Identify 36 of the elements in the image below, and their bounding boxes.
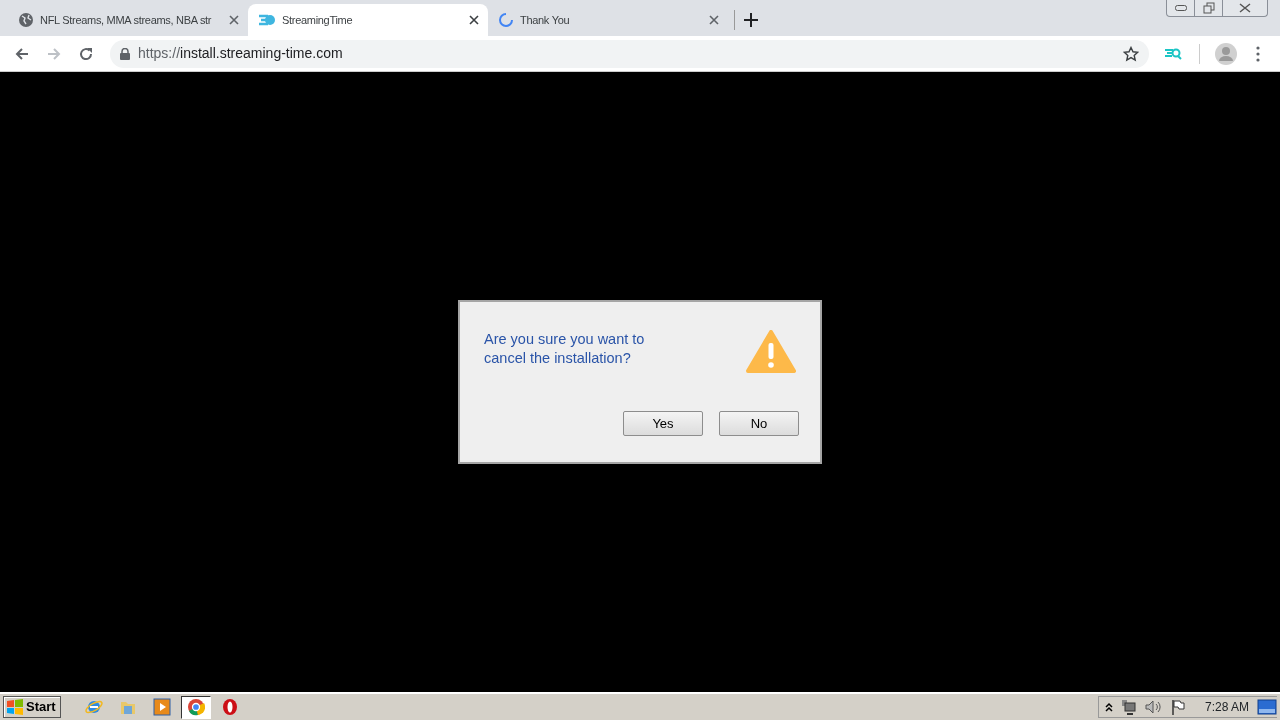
windows-logo-icon	[6, 699, 24, 715]
bookmark-star-icon[interactable]	[1123, 45, 1139, 62]
chrome-icon	[186, 698, 205, 716]
forward-arrow-icon	[46, 45, 62, 62]
flag-icon[interactable]	[1170, 699, 1185, 715]
reload-icon	[78, 45, 94, 62]
loading-spinner-icon	[498, 12, 514, 28]
browser-e-icon	[84, 698, 103, 716]
speaker-icon[interactable]	[1144, 699, 1163, 715]
url-text: https://install.streaming-time.com	[138, 44, 343, 63]
start-button[interactable]: Start	[3, 696, 61, 718]
play-icon	[152, 698, 171, 716]
taskbar-app-button[interactable]	[180, 695, 211, 719]
warning-icon	[746, 330, 796, 374]
speed-logo-icon	[258, 13, 276, 27]
show-desktop-icon[interactable]	[1257, 699, 1277, 715]
globe-icon	[18, 12, 34, 28]
address-bar[interactable]: https://install.streaming-time.com	[110, 39, 1149, 68]
clock-time: 7:28 AM	[1204, 699, 1249, 716]
network-icon[interactable]	[1120, 699, 1137, 715]
browser-tab[interactable]: NFL Streams, MMA streams, NBA str	[8, 4, 248, 36]
back-arrow-icon	[14, 45, 30, 62]
avatar-icon	[1215, 42, 1237, 65]
new-tab-button[interactable]	[743, 12, 759, 28]
lock-icon	[120, 47, 130, 60]
dialog-message: Are you sure you want to cancel the installation?	[484, 330, 646, 368]
chevron-up-icon[interactable]	[1104, 702, 1113, 712]
extension-logo-icon	[1164, 46, 1182, 61]
opera-o-icon	[220, 698, 239, 716]
dialog-button[interactable]: No	[719, 411, 799, 436]
dialog-button[interactable]: Yes	[623, 411, 703, 436]
minimize-icon	[1174, 5, 1187, 11]
browser-tab[interactable]: StreamingTime	[248, 4, 488, 36]
browser-tab[interactable]: Thank You	[488, 4, 728, 36]
close-icon	[1239, 3, 1251, 13]
menu-dots-icon	[1256, 45, 1260, 62]
